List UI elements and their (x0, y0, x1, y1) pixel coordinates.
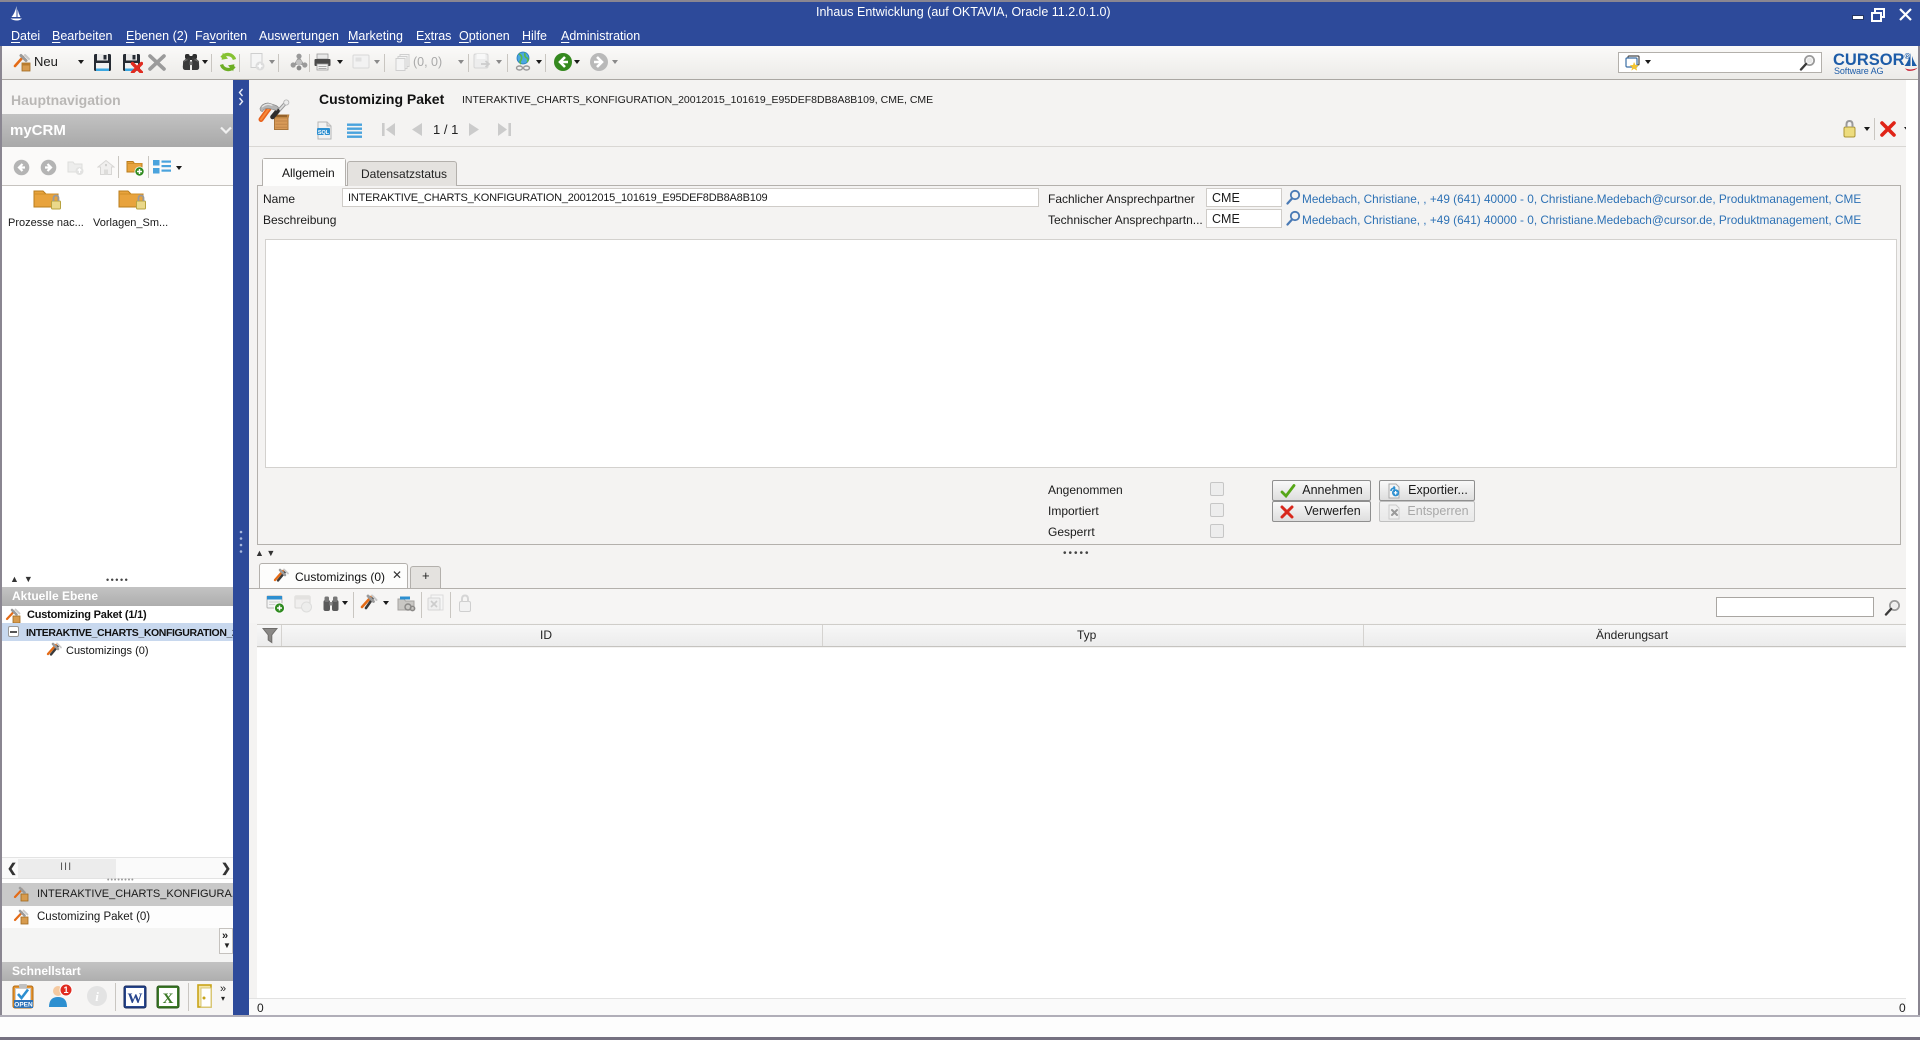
svg-text:SQL: SQL (318, 130, 330, 136)
svg-text:i: i (95, 989, 99, 1004)
svg-text:W: W (128, 991, 143, 1007)
svg-text:OPEN: OPEN (14, 1002, 33, 1009)
svg-text:X: X (163, 991, 174, 1007)
svg-text:1: 1 (63, 985, 68, 995)
